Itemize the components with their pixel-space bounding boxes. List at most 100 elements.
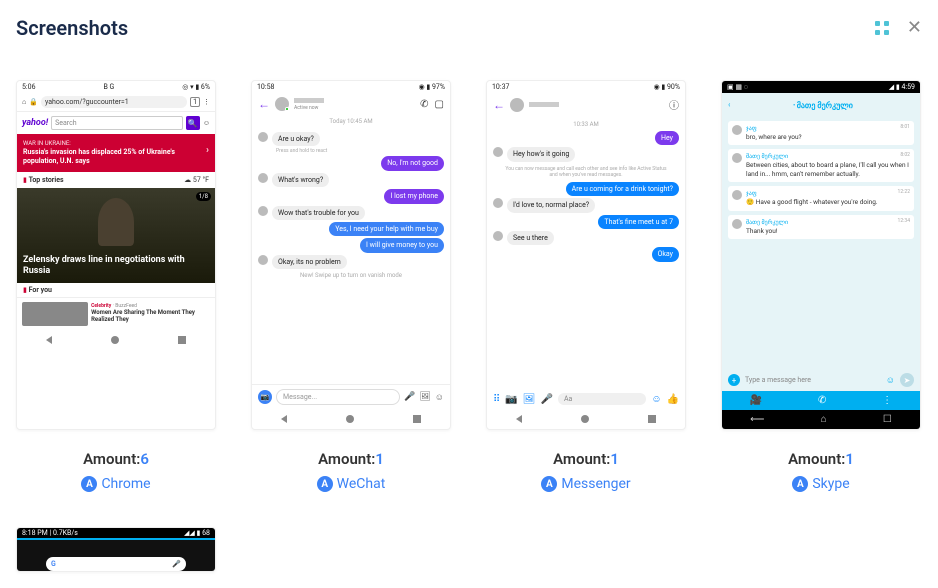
screenshots-gallery: 5:06 B G ◎ ▾ ▮ 6% ⌂ 🔒 yahoo.com/?guccoun… (16, 80, 922, 572)
msg-text: Thank you! (746, 227, 910, 235)
msg-bubble: I'd love to, normal place? (507, 198, 595, 212)
back-nav-icon (516, 415, 522, 423)
back-nav-icon: ⟵ (750, 414, 764, 425)
send-icon: ➤ (900, 373, 914, 387)
banner-kicker: WAR IN UKRAINE: (23, 140, 209, 148)
skype-input-bar: + Type a message here ☺ ➤ (722, 369, 920, 391)
recent-nav-icon (648, 415, 656, 423)
msg-time: 12:34 (898, 218, 910, 224)
status-left: ▣ ▦ ◌ (727, 83, 748, 91)
back-arrow-icon: ← (493, 98, 505, 112)
grid-view-icon[interactable] (875, 21, 889, 35)
chat-header-icons: ⓘ (669, 97, 679, 112)
header-actions: ✕ (875, 19, 922, 37)
chat-header-icons: ✆ ▢ (420, 99, 444, 110)
status-bar: 10:37 ◉ ▮ 90% (487, 81, 685, 93)
apps-icon: ⠿ (493, 394, 500, 405)
top-stories-row: ▮ Top stories ☁ 57 °F (17, 172, 215, 188)
app-badge-icon: A (81, 476, 97, 492)
screenshot-card[interactable]: ▣ ▦ ◌ ◢ ▮ 4:59 ‹ ᠂ მათე მერკული ჯაფ bro,… (721, 80, 921, 492)
face-icon: ☺ (203, 119, 210, 127)
avatar (493, 231, 503, 241)
screenshots-modal: Screenshots ✕ 5:06 B G ◎ ▾ ▮ 6% ⌂ 🔒 yaho… (0, 0, 938, 588)
msg-bubble: Yes, I need your help with me buy (329, 222, 444, 236)
search-pill: G 🎤 (46, 557, 186, 571)
hero-image (98, 198, 134, 246)
recent-nav-icon (413, 415, 421, 423)
emoji-icon: ☺ (435, 392, 444, 403)
screenshot-thumb-skype: ▣ ▦ ◌ ◢ ▮ 4:59 ‹ ᠂ მათე მერკული ჯაფ bro,… (721, 80, 921, 430)
avatar (732, 153, 742, 163)
card-caption: Amount:1 (318, 450, 384, 468)
for-you-row: Celebrity · BuzzFeed Women Are Sharing T… (17, 297, 215, 330)
lock-icon: 🔒 (29, 98, 38, 106)
screenshot-thumb-chrome: 5:06 B G ◎ ▾ ▮ 6% ⌂ 🔒 yahoo.com/?guccoun… (16, 80, 216, 430)
close-icon[interactable]: ✕ (907, 19, 922, 37)
amount-label: Amount (318, 450, 371, 468)
app-link[interactable]: A Skype (792, 476, 849, 492)
avatar (493, 198, 503, 208)
compose-input: Message... (276, 389, 400, 405)
app-name: Skype (812, 476, 849, 492)
app-name: Messenger (561, 476, 630, 492)
avatar (258, 132, 268, 142)
contact-name: ᠂ მათე მერკული (791, 97, 852, 111)
chat-header: ← ⓘ (487, 93, 685, 116)
card-caption: Amount:6 (83, 450, 149, 468)
camera-icon: 📷 (505, 394, 517, 405)
amount-value: 1 (845, 450, 854, 468)
vanish-hint: New! Swipe up to turn on vanish mode (258, 272, 444, 279)
nav-buttons (487, 409, 685, 429)
msg-bubble: Are u okay? (272, 132, 320, 146)
avatar (732, 219, 742, 229)
modal-title: Screenshots (16, 16, 128, 40)
status-left: 8:18 PM | 0.7KB/s (22, 529, 78, 537)
chat-contact: Active now (294, 98, 324, 111)
chat-body: 10:33 AM Hey Hey how's it going You can … (487, 116, 685, 389)
msg-sender: ჯაფ (746, 190, 910, 197)
screenshot-card[interactable]: 8:18 PM | 0.7KB/s ◢◢ ▮ 68 G 🎤 (16, 527, 216, 572)
emoji-icon: ☺ (886, 375, 895, 386)
top-stories-label: Top stories (29, 176, 64, 184)
emoji-icon: ☺ (651, 394, 661, 405)
status-bar: 5:06 B G ◎ ▾ ▮ 6% (17, 81, 215, 93)
skype-header: ‹ ᠂ მათე მერკული (722, 93, 920, 115)
status-battery: ◉ ▮ 97% (419, 83, 445, 91)
app-link[interactable]: A Chrome (81, 476, 150, 492)
amount-value: 1 (375, 450, 384, 468)
msg-bubble: Hey how's it going (507, 147, 575, 161)
mic-icon: 🎤 (404, 392, 415, 402)
phone-icon: ✆ (818, 395, 826, 406)
add-icon: + (728, 374, 740, 386)
status-battery: ◉ ▮ 90% (654, 83, 680, 91)
screenshot-card[interactable]: 10:37 ◉ ▮ 90% ← ⓘ 10:33 AM Hey Hey how's… (486, 80, 686, 492)
status-bar: ▣ ▦ ◌ ◢ ▮ 4:59 (722, 81, 920, 93)
status-time: 10:37 (492, 83, 509, 91)
card-caption: Amount:1 (788, 450, 854, 468)
app-link[interactable]: A Messenger (541, 476, 630, 492)
home-nav-icon (581, 415, 589, 423)
avatar (258, 173, 268, 183)
search-icon: 🔍 (186, 116, 200, 130)
back-nav-icon (46, 336, 52, 344)
screenshot-card[interactable]: 10:58 ◉ ▮ 97% ← Active now ✆ ▢ Today 10:… (251, 80, 451, 492)
status-right: ◢◢ ▮ 68 (184, 529, 210, 537)
screenshot-thumb-partial: 8:18 PM | 0.7KB/s ◢◢ ▮ 68 G 🎤 (16, 527, 216, 572)
menu-icon: ⋮ (203, 98, 210, 106)
msg-bubble: Okay, its no problem (272, 255, 347, 269)
contact-name-redacted (294, 98, 324, 103)
app-link[interactable]: A WeChat (317, 476, 386, 492)
image-icon: 🖼 (523, 394, 536, 405)
screenshot-card[interactable]: 5:06 B G ◎ ▾ ▮ 6% ⌂ 🔒 yahoo.com/?guccoun… (16, 80, 216, 492)
status-right: ◢ ▮ 4:59 (889, 83, 915, 91)
app-name: WeChat (337, 476, 386, 492)
amount-value: 1 (610, 450, 619, 468)
nav-buttons: ⟵ ⌂ ☐ (722, 410, 920, 429)
app-name: Chrome (101, 476, 150, 492)
for-you-section: ▮ For you (17, 283, 215, 297)
msg-time: 8:01 (900, 124, 910, 130)
status-bar: 8:18 PM | 0.7KB/s ◢◢ ▮ 68 (17, 528, 215, 540)
back-nav-icon (281, 415, 287, 423)
msg-bubble: Okay (652, 247, 679, 261)
status-bar: 10:58 ◉ ▮ 97% (252, 81, 450, 93)
